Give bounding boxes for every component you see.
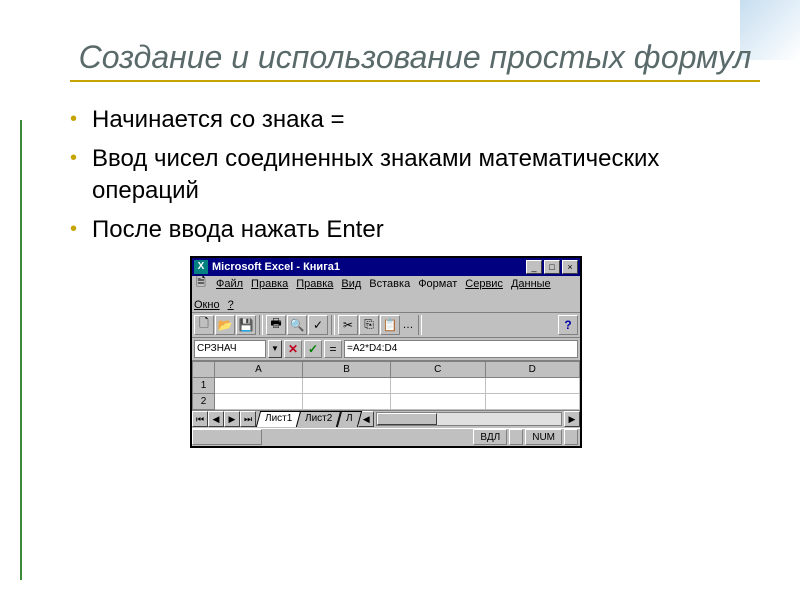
- minimize-button[interactable]: _: [526, 260, 542, 274]
- window-title: Microsoft Excel - Книга1: [212, 261, 524, 273]
- status-vdl: ВДЛ: [473, 429, 507, 445]
- copy-button[interactable]: ⎘: [359, 315, 379, 335]
- preview-button[interactable]: 🔍: [287, 315, 307, 335]
- menu-window[interactable]: Окно: [194, 299, 220, 311]
- sheet-nav-next[interactable]: ▶: [224, 411, 240, 427]
- cell[interactable]: [485, 393, 580, 409]
- toolbar-separator: [418, 315, 422, 335]
- menu-data[interactable]: Данные: [511, 278, 551, 290]
- cell[interactable]: [391, 377, 485, 393]
- formula-input[interactable]: =A2*D4:D4: [344, 340, 578, 358]
- col-header-B[interactable]: B: [303, 361, 391, 377]
- status-blank: [509, 429, 523, 445]
- name-box-dropdown[interactable]: ▼: [268, 340, 282, 358]
- save-button[interactable]: 💾: [236, 315, 256, 335]
- sheet-nav-prev[interactable]: ◀: [208, 411, 224, 427]
- sheet-tab[interactable]: Л: [336, 411, 361, 427]
- select-all-corner[interactable]: [193, 361, 215, 377]
- status-numlock: NUM: [525, 429, 562, 445]
- accept-formula-button[interactable]: ✓: [304, 340, 322, 358]
- scroll-right-button[interactable]: ▶: [564, 411, 580, 427]
- row-header-2[interactable]: 2: [193, 393, 215, 409]
- bullet-item: Начинается со знака =: [70, 104, 760, 136]
- status-mode: [192, 429, 262, 445]
- menu-view[interactable]: Вид: [341, 278, 361, 290]
- menu-edit[interactable]: Правка: [251, 278, 288, 290]
- sheet-tab-row: ⏮ ◀ ▶ ⏭ Лист1 Лист2 Л ◀ ▶: [192, 410, 580, 428]
- cell[interactable]: [303, 393, 391, 409]
- hscrollbar[interactable]: [376, 412, 562, 426]
- excel-window: X Microsoft Excel - Книга1 _ □ × 🗎 Файл …: [190, 256, 582, 448]
- bullet-item: Ввод чисел соединенных знаками математич…: [70, 143, 760, 208]
- menu-help[interactable]: ?: [228, 299, 234, 311]
- menu-file[interactable]: Файл: [216, 278, 243, 290]
- slide-content: Создание и использование простых формул …: [0, 0, 800, 448]
- spreadsheet-grid: A B C D 1 2: [192, 361, 580, 410]
- sheet-tab-active[interactable]: Лист1: [256, 411, 302, 427]
- maximize-button[interactable]: □: [544, 260, 560, 274]
- edit-formula-button[interactable]: =: [324, 340, 342, 358]
- new-button[interactable]: 🗋: [194, 315, 214, 335]
- status-blank2: [564, 429, 578, 445]
- toolbar-separator: [259, 315, 263, 335]
- cell[interactable]: [485, 377, 580, 393]
- col-header-C[interactable]: C: [391, 361, 485, 377]
- sheet-nav-first[interactable]: ⏮: [192, 411, 208, 427]
- row-header-1[interactable]: 1: [193, 377, 215, 393]
- close-button[interactable]: ×: [562, 260, 578, 274]
- document-icon: 🗎: [194, 277, 208, 291]
- toolbar: 🗋 📂 💾 🖶 🔍 ✓ ✂ ⎘ 📋 … ?: [192, 313, 580, 338]
- menu-tools[interactable]: Сервис: [465, 278, 503, 290]
- cut-button[interactable]: ✂: [338, 315, 358, 335]
- cell[interactable]: [215, 393, 303, 409]
- cell[interactable]: [391, 393, 485, 409]
- hscroll-thumb[interactable]: [377, 413, 437, 425]
- menu-edit2[interactable]: Правка: [296, 278, 333, 290]
- cancel-formula-button[interactable]: ✕: [284, 340, 302, 358]
- menu-format[interactable]: Формат: [418, 278, 457, 290]
- sheet-nav-last[interactable]: ⏭: [240, 411, 256, 427]
- toolbar-more: …: [401, 319, 415, 331]
- toolbar-separator: [331, 315, 335, 335]
- print-button[interactable]: 🖶: [266, 315, 286, 335]
- bullet-list: Начинается со знака = Ввод чисел соедине…: [70, 82, 760, 246]
- excel-app-icon: X: [194, 260, 208, 274]
- cell[interactable]: [303, 377, 391, 393]
- slide-title: Создание и использование простых формул: [70, 38, 760, 76]
- status-bar: ВДЛ NUM: [192, 428, 580, 446]
- help-button[interactable]: ?: [558, 315, 578, 335]
- menu-insert[interactable]: Вставка: [369, 278, 410, 290]
- bullet-item: После ввода нажать Enter: [70, 214, 760, 246]
- paste-button[interactable]: 📋: [380, 315, 400, 335]
- col-header-A[interactable]: A: [215, 361, 303, 377]
- open-button[interactable]: 📂: [215, 315, 235, 335]
- titlebar: X Microsoft Excel - Книга1 _ □ ×: [192, 258, 580, 276]
- cell[interactable]: [215, 377, 303, 393]
- formula-bar: СРЗНАЧ ▼ ✕ ✓ = =A2*D4:D4: [192, 338, 580, 361]
- sheet-tab[interactable]: Лист2: [296, 411, 342, 427]
- col-header-D[interactable]: D: [485, 361, 580, 377]
- name-box[interactable]: СРЗНАЧ: [194, 340, 266, 358]
- spellcheck-button[interactable]: ✓: [308, 315, 328, 335]
- menubar: 🗎 Файл Правка Правка Вид Вставка Формат …: [192, 276, 580, 313]
